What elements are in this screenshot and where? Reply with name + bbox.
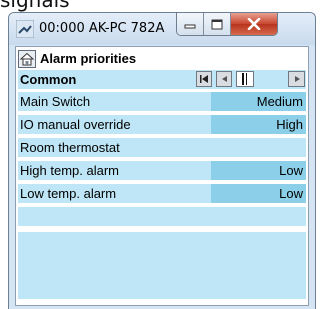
setting-row[interactable]: Main Switch Medium xyxy=(18,92,306,111)
setting-row[interactable]: High temp. alarm Low xyxy=(18,161,306,180)
prev-page-icon xyxy=(222,76,227,82)
maximize-icon xyxy=(211,19,223,29)
setting-row[interactable]: Low temp. alarm Low xyxy=(18,184,306,203)
maximize-button[interactable] xyxy=(204,13,231,35)
setting-label: IO manual override xyxy=(20,117,131,132)
home-icon[interactable] xyxy=(18,49,36,68)
empty-row xyxy=(18,207,306,226)
minimize-button[interactable] xyxy=(177,13,204,35)
common-row: Common xyxy=(18,70,306,89)
prev-page-button[interactable] xyxy=(216,71,232,87)
app-window: 00:000 AK-PC 782A Alarm priorities Commo… xyxy=(8,12,316,309)
setting-label: Main Switch xyxy=(20,94,91,109)
panel-title: Alarm priorities xyxy=(40,51,137,66)
top-caption: signals xyxy=(0,0,70,12)
scroll-thumb-icon xyxy=(242,73,247,85)
priority-value[interactable] xyxy=(211,138,306,157)
setting-label: High temp. alarm xyxy=(20,163,119,178)
setting-row[interactable]: Room thermostat xyxy=(18,138,306,157)
minimize-icon xyxy=(184,24,196,29)
setting-label: Low temp. alarm xyxy=(20,186,117,201)
panel-header: Alarm priorities xyxy=(18,49,306,68)
priority-value[interactable]: High xyxy=(211,115,306,134)
alarm-priorities-panel: Alarm priorities Common Main Switch Medi… xyxy=(15,46,309,306)
priority-value[interactable]: Low xyxy=(211,184,306,203)
window-title: 00:000 AK-PC 782A xyxy=(39,21,165,36)
window-controls xyxy=(176,13,278,36)
first-page-icon xyxy=(200,75,208,83)
priority-value[interactable]: Medium xyxy=(211,92,306,111)
scroll-thumb[interactable] xyxy=(236,71,254,87)
signal-icon xyxy=(16,20,34,38)
empty-area xyxy=(18,232,306,299)
title-bar[interactable]: 00:000 AK-PC 782A xyxy=(9,13,315,45)
next-page-icon xyxy=(294,76,300,82)
next-page-button[interactable] xyxy=(288,71,305,87)
common-label: Common xyxy=(20,72,77,87)
close-icon xyxy=(247,18,261,30)
setting-row[interactable]: IO manual override High xyxy=(18,115,306,134)
close-button[interactable] xyxy=(231,13,277,35)
first-page-button[interactable] xyxy=(196,71,212,87)
setting-label: Room thermostat xyxy=(20,140,120,155)
priority-value[interactable]: Low xyxy=(211,161,306,180)
